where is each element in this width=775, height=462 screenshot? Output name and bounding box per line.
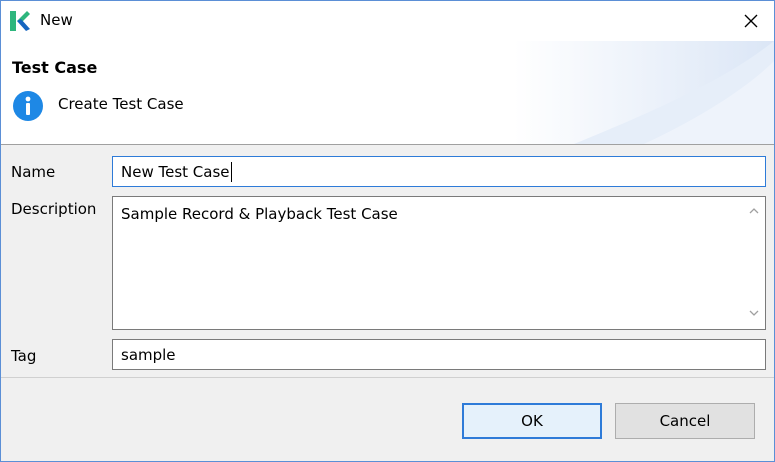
header-separator bbox=[1, 144, 774, 145]
description-scrollbar[interactable] bbox=[743, 197, 765, 329]
footer-separator bbox=[1, 377, 774, 378]
info-icon bbox=[13, 91, 43, 121]
app-logo-icon bbox=[10, 11, 30, 31]
name-label: Name bbox=[11, 163, 56, 181]
tag-input[interactable]: sample bbox=[112, 339, 766, 370]
banner-decoration bbox=[514, 41, 774, 144]
cancel-button[interactable]: Cancel bbox=[615, 403, 755, 439]
banner-title: Test Case bbox=[12, 58, 98, 77]
tag-input-value: sample bbox=[121, 345, 176, 364]
title-bar: New bbox=[1, 1, 774, 41]
name-input-value: New Test Case bbox=[121, 162, 230, 181]
scroll-up-icon[interactable] bbox=[748, 205, 760, 217]
ok-button[interactable]: OK bbox=[462, 403, 602, 439]
scroll-down-icon[interactable] bbox=[748, 307, 760, 319]
banner-message: Create Test Case bbox=[58, 95, 184, 113]
description-textarea[interactable]: Sample Record & Playback Test Case bbox=[112, 196, 766, 330]
tag-label: Tag bbox=[11, 347, 37, 365]
window-title: New bbox=[40, 11, 73, 29]
description-label: Description bbox=[11, 200, 97, 218]
close-button[interactable] bbox=[731, 3, 771, 39]
name-input[interactable]: New Test Case bbox=[112, 156, 766, 187]
new-dialog-window: New Test Case Create Test Case Name New … bbox=[0, 0, 775, 462]
close-icon bbox=[744, 14, 758, 28]
description-value: Sample Record & Playback Test Case bbox=[121, 205, 398, 223]
header-banner: Test Case Create Test Case bbox=[1, 41, 774, 144]
text-caret bbox=[230, 161, 232, 182]
